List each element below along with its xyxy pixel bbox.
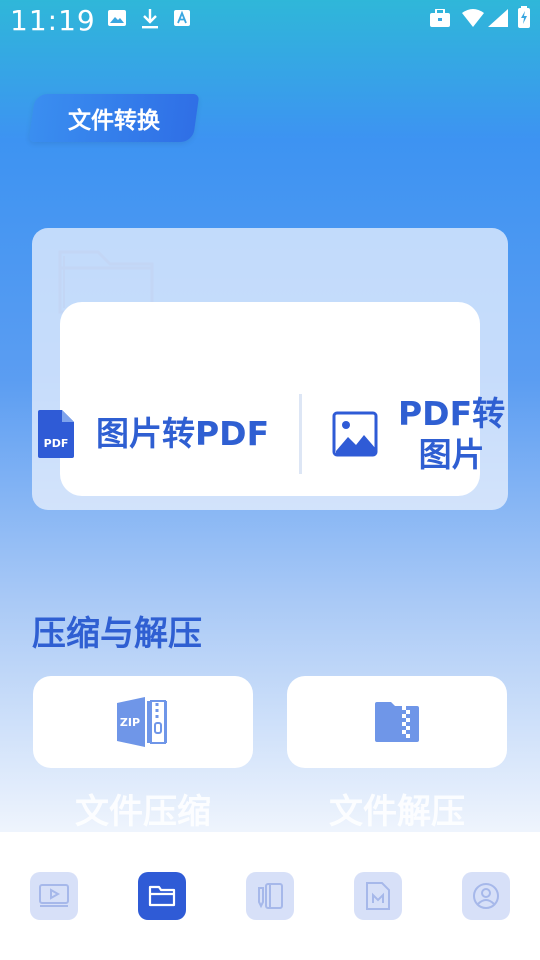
status-time: 11:19: [10, 4, 96, 37]
zip-icon: ZIP: [117, 697, 167, 747]
convert-divider: [299, 394, 302, 474]
image-icon: [332, 411, 378, 457]
nav-video[interactable]: [30, 872, 78, 920]
briefcase-icon: [430, 9, 450, 27]
file-compress-button[interactable]: ZIP: [33, 676, 253, 768]
file-decompress-label: 文件解压: [329, 792, 465, 832]
folder-icon: [148, 885, 176, 907]
image-to-pdf-button[interactable]: PDF 图片转PDF: [36, 404, 269, 464]
pdf-to-image-label-line1: PDF转: [398, 393, 506, 433]
video-icon: [39, 884, 69, 907]
page-title-badge: 文件转换: [28, 94, 200, 142]
notebook-icon: [258, 883, 283, 909]
a-icon: [174, 10, 190, 26]
svg-text:PDF: PDF: [44, 437, 69, 450]
profile-icon: [473, 883, 499, 909]
page-title: 文件转换: [68, 108, 160, 134]
nav-markdown[interactable]: [354, 872, 402, 920]
markdown-icon: [366, 882, 390, 910]
signal-icon: [488, 9, 508, 27]
wifi-icon: [462, 9, 484, 27]
nav-profile[interactable]: [462, 872, 510, 920]
svg-text:ZIP: ZIP: [120, 716, 140, 729]
file-decompress-button[interactable]: [287, 676, 507, 768]
bottom-nav: [0, 832, 540, 960]
compress-section-title: 压缩与解压: [32, 614, 202, 654]
battery-icon: [518, 6, 530, 28]
archive-icon: [375, 702, 419, 742]
image-to-pdf-label: 图片转PDF: [96, 414, 270, 454]
pdf-to-image-label-line2: 图片: [418, 435, 485, 474]
pdf-file-icon: PDF: [38, 410, 74, 458]
pdf-to-image-button[interactable]: PDF转 图片: [332, 384, 505, 484]
download-icon: [142, 9, 158, 29]
file-compress-label: 文件压缩: [75, 792, 211, 832]
nav-folder[interactable]: [138, 872, 186, 920]
status-bar: 11:19: [0, 0, 540, 44]
image-icon: [108, 10, 126, 26]
nav-notes[interactable]: [246, 872, 294, 920]
